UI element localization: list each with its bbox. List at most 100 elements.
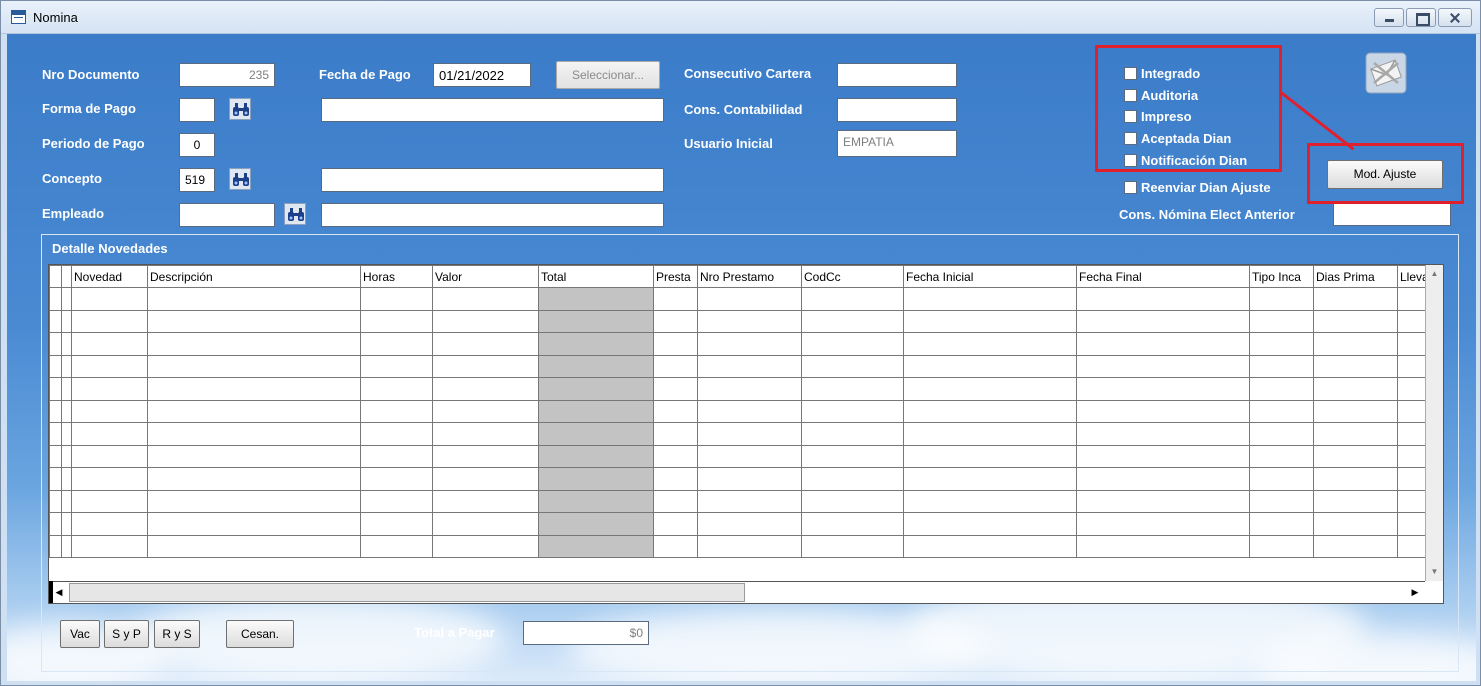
grid-cell[interactable] (1076, 287, 1250, 311)
grid-cell[interactable] (49, 332, 62, 356)
grid-cell[interactable] (71, 489, 148, 513)
grid-cell[interactable] (801, 444, 904, 468)
grid-cell[interactable] (1249, 489, 1314, 513)
grid-cell[interactable] (538, 422, 654, 446)
syp-button[interactable]: S y P (104, 620, 149, 648)
grid-cell[interactable] (49, 377, 62, 401)
grid-cell[interactable] (432, 534, 539, 558)
column-header[interactable]: Fecha Final (1076, 265, 1250, 288)
grid-cell[interactable] (538, 332, 654, 356)
email-envelope-icon[interactable] (1365, 52, 1407, 94)
grid-cell[interactable] (801, 512, 904, 536)
maximize-button[interactable] (1406, 8, 1436, 27)
table-row[interactable] (49, 399, 1434, 423)
grid-cell[interactable] (697, 467, 802, 491)
grid-cell[interactable] (903, 287, 1077, 311)
column-header[interactable]: Tipo Inca (1249, 265, 1314, 288)
grid-cell[interactable] (61, 467, 72, 491)
concepto-field[interactable]: 519 (179, 168, 215, 192)
grid-cell[interactable] (801, 399, 904, 423)
grid-cell[interactable] (1076, 444, 1250, 468)
grid-cell[interactable] (147, 534, 361, 558)
grid-cell[interactable] (538, 309, 654, 333)
grid-cell[interactable] (801, 309, 904, 333)
grid-cell[interactable] (1313, 512, 1398, 536)
grid-cell[interactable] (653, 287, 698, 311)
empleado-field[interactable] (179, 203, 275, 227)
grid-cell[interactable] (49, 467, 62, 491)
grid-cell[interactable] (1249, 287, 1314, 311)
consecutivo-cartera-field[interactable] (837, 63, 957, 87)
grid-cell[interactable] (1313, 354, 1398, 378)
grid-cell[interactable] (1249, 354, 1314, 378)
grid-cell[interactable] (432, 467, 539, 491)
grid-cell[interactable] (61, 489, 72, 513)
grid-cell[interactable] (360, 512, 433, 536)
grid-cell[interactable] (1313, 399, 1398, 423)
grid-cell[interactable] (903, 467, 1077, 491)
column-header[interactable]: Horas (360, 265, 433, 288)
grid-cell[interactable] (1313, 534, 1398, 558)
grid-cell[interactable] (147, 309, 361, 333)
grid-cell[interactable] (360, 354, 433, 378)
grid-cell[interactable] (1076, 377, 1250, 401)
grid-cell[interactable] (71, 399, 148, 423)
mod-ajuste-button[interactable]: Mod. Ajuste (1327, 160, 1443, 189)
grid-cell[interactable] (1249, 512, 1314, 536)
scroll-right-icon[interactable]: ▶ (1406, 583, 1424, 602)
scroll-up-icon[interactable]: ▲ (1428, 266, 1441, 282)
grid-cell[interactable] (360, 467, 433, 491)
scroll-down-icon[interactable]: ▼ (1428, 564, 1441, 580)
grid-cell[interactable] (360, 287, 433, 311)
grid-cell[interactable] (61, 287, 72, 311)
close-button[interactable] (1438, 8, 1472, 27)
grid-cell[interactable] (653, 354, 698, 378)
grid-cell[interactable] (653, 534, 698, 558)
grid-cell[interactable] (697, 534, 802, 558)
cons-nomina-anterior-field[interactable] (1333, 202, 1451, 226)
grid-cell[interactable] (903, 377, 1077, 401)
grid-cell[interactable] (1249, 422, 1314, 446)
grid-cell[interactable] (360, 534, 433, 558)
grid-cell[interactable] (1249, 534, 1314, 558)
rys-button[interactable]: R y S (154, 620, 200, 648)
grid-cell[interactable] (71, 534, 148, 558)
grid-vertical-scrollbar[interactable]: ▲ ▼ (1425, 265, 1443, 581)
grid-cell[interactable] (801, 422, 904, 446)
grid-cell[interactable] (360, 332, 433, 356)
empleado-binoculars-icon[interactable] (284, 203, 306, 225)
grid-cell[interactable] (147, 489, 361, 513)
grid-cell[interactable] (697, 287, 802, 311)
grid-cell[interactable] (147, 377, 361, 401)
grid-cell[interactable] (61, 309, 72, 333)
table-row[interactable] (49, 489, 1434, 513)
fecha-pago-field[interactable]: 01/21/2022 (433, 63, 531, 87)
grid-cell[interactable] (61, 422, 72, 446)
grid-horizontal-scrollbar[interactable]: ◀ ▶ (49, 581, 1425, 603)
grid-cell[interactable] (1076, 534, 1250, 558)
grid-cell[interactable] (360, 422, 433, 446)
grid-cell[interactable] (432, 287, 539, 311)
grid-cell[interactable] (801, 377, 904, 401)
grid-cell[interactable] (1076, 309, 1250, 333)
grid-cell[interactable] (360, 444, 433, 468)
table-row[interactable] (49, 534, 1434, 558)
cons-contabilidad-field[interactable] (837, 98, 957, 122)
grid-cell[interactable] (61, 534, 72, 558)
grid-cell[interactable] (538, 489, 654, 513)
column-header[interactable]: Valor (432, 265, 539, 288)
grid-cell[interactable] (432, 489, 539, 513)
grid-cell[interactable] (697, 309, 802, 333)
grid-cell[interactable] (697, 399, 802, 423)
grid-cell[interactable] (903, 444, 1077, 468)
grid-cell[interactable] (1249, 377, 1314, 401)
grid-cell[interactable] (903, 309, 1077, 333)
column-header[interactable]: Total (538, 265, 654, 288)
grid-cell[interactable] (360, 377, 433, 401)
grid-cell[interactable] (801, 467, 904, 491)
grid-cell[interactable] (147, 332, 361, 356)
grid-cell[interactable] (49, 422, 62, 446)
grid-cell[interactable] (903, 489, 1077, 513)
grid-cell[interactable] (432, 512, 539, 536)
grid-cell[interactable] (903, 399, 1077, 423)
